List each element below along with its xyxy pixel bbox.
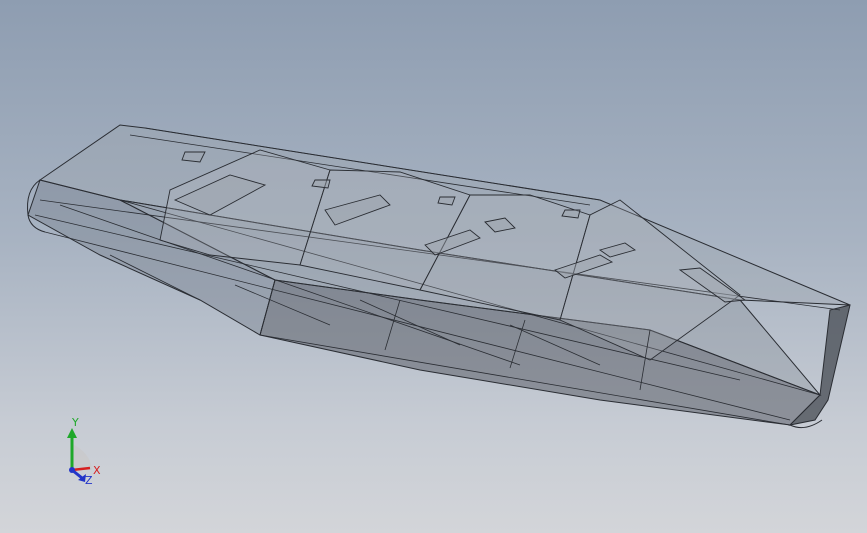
- coordinate-triad: Y X Z: [67, 416, 101, 487]
- triad-origin: [69, 467, 75, 473]
- triad-z-label: Z: [85, 474, 93, 487]
- triad-y-arrow-icon: [67, 428, 77, 438]
- triad-plane-icon: [72, 444, 92, 470]
- 3d-part-model[interactable]: [0, 0, 867, 533]
- triad-y-label: Y: [71, 416, 79, 429]
- graphics-viewport[interactable]: Y X Z: [0, 0, 867, 533]
- triad-x-label: X: [93, 464, 101, 477]
